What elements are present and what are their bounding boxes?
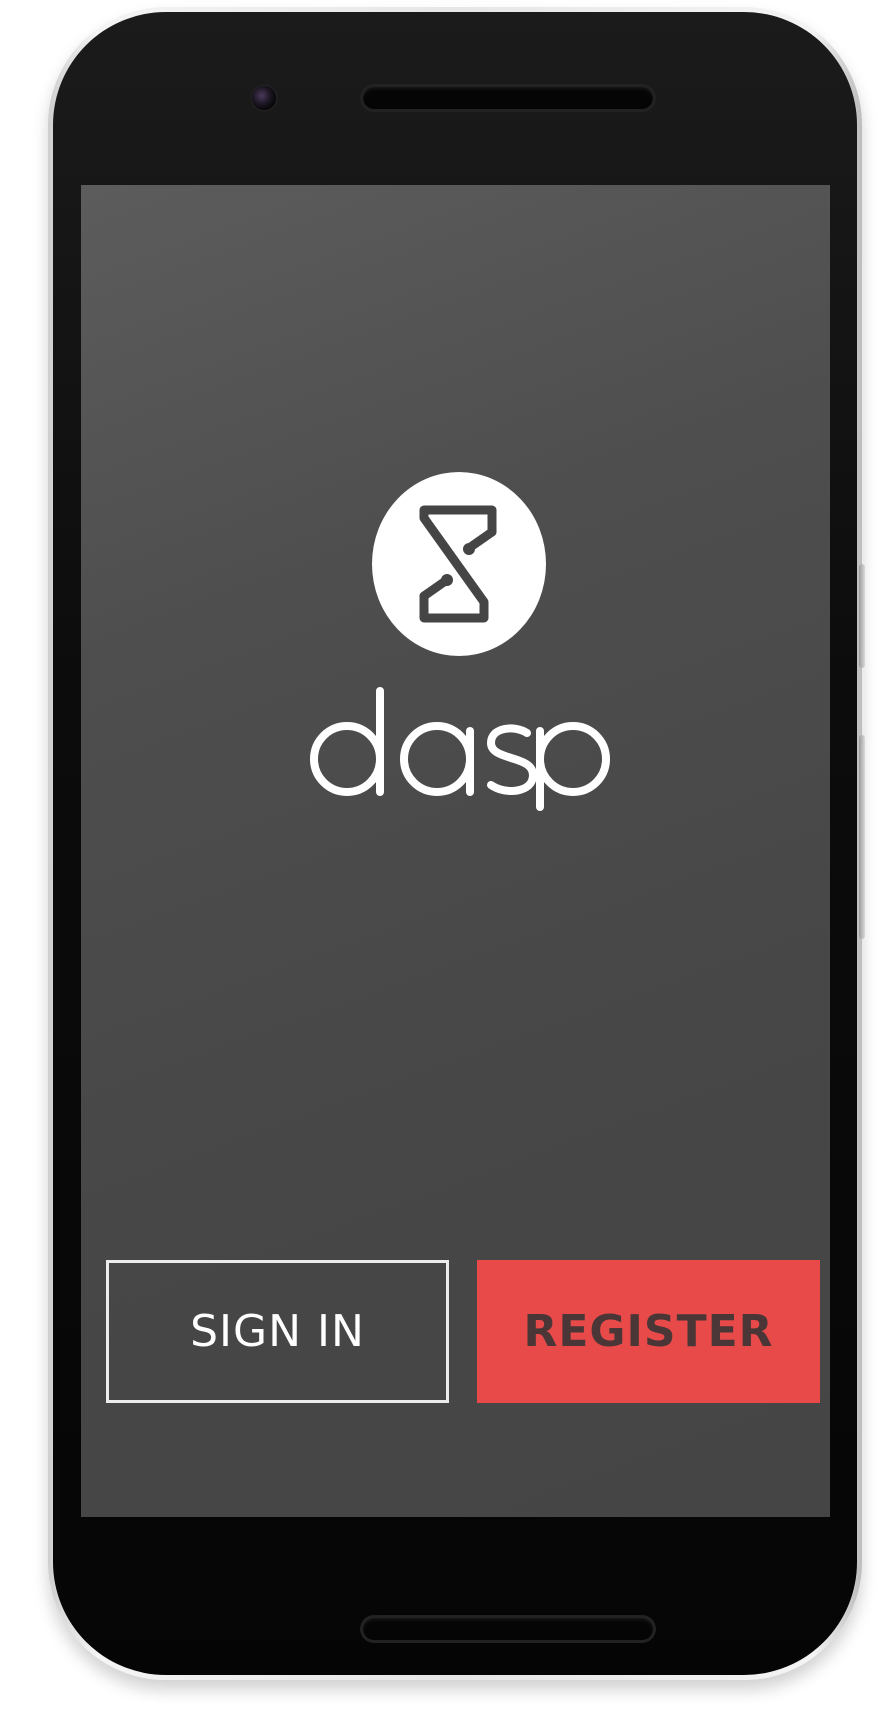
app-logo — [372, 472, 546, 656]
dasp-wordmark — [310, 687, 610, 811]
volume-button — [859, 735, 865, 939]
front-camera-icon — [252, 86, 276, 110]
sign-in-label: SIGN IN — [190, 1306, 365, 1357]
sign-in-button[interactable]: SIGN IN — [106, 1260, 449, 1403]
power-button — [859, 564, 865, 668]
device-mockup: SIGN IN REGISTER — [0, 0, 891, 1710]
bottom-speaker — [363, 1618, 653, 1640]
register-button[interactable]: REGISTER — [477, 1260, 820, 1403]
hourglass-s-icon — [419, 505, 497, 623]
app-screen: SIGN IN REGISTER — [81, 185, 830, 1517]
register-label: REGISTER — [523, 1306, 774, 1357]
earpiece-speaker — [363, 87, 653, 109]
